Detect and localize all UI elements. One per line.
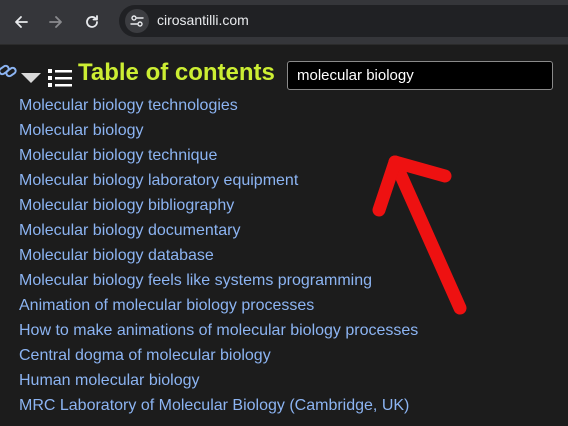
- page-content: Table of contents Molecular biology tech…: [0, 44, 568, 426]
- address-bar[interactable]: cirosantilli.com: [119, 5, 568, 37]
- list-icon: [48, 69, 72, 87]
- back-arrow-icon: [15, 16, 28, 28]
- toc-list: Molecular biology technologies Molecular…: [19, 93, 418, 418]
- toc-link[interactable]: Molecular biology feels like systems pro…: [19, 268, 418, 293]
- toc-link[interactable]: Molecular biology bibliography: [19, 193, 418, 218]
- back-button[interactable]: [7, 8, 35, 36]
- caret-down-icon[interactable]: [20, 72, 42, 84]
- reload-icon: [86, 15, 98, 28]
- forward-button[interactable]: [42, 8, 70, 36]
- toc-title: Table of contents: [78, 59, 275, 86]
- toc-search-input[interactable]: [287, 61, 553, 90]
- toc-link[interactable]: Central dogma of molecular biology: [19, 343, 418, 368]
- forward-arrow-icon: [49, 16, 62, 28]
- url-text[interactable]: cirosantilli.com: [157, 12, 249, 28]
- browser-toolbar: cirosantilli.com: [0, 0, 568, 44]
- site-settings-icon: [130, 15, 144, 27]
- toc-header: Table of contents: [0, 55, 568, 95]
- toc-link[interactable]: Molecular biology: [19, 118, 418, 143]
- reload-button[interactable]: [78, 8, 106, 36]
- toc-link[interactable]: Molecular biology laboratory equipment: [19, 168, 418, 193]
- toc-link[interactable]: Human molecular biology: [19, 368, 418, 393]
- toc-link[interactable]: Molecular biology documentary: [19, 218, 418, 243]
- toc-link[interactable]: Molecular biology technique: [19, 143, 418, 168]
- toc-link[interactable]: Molecular biology database: [19, 243, 418, 268]
- toc-link[interactable]: MRC Laboratory of Molecular Biology (Cam…: [19, 393, 418, 418]
- link-icon[interactable]: [0, 62, 18, 80]
- toc-link[interactable]: Molecular biology technologies: [19, 93, 418, 118]
- toc-link[interactable]: Animation of molecular biology processes: [19, 293, 418, 318]
- site-settings-button[interactable]: [125, 9, 149, 33]
- toc-link[interactable]: How to make animations of molecular biol…: [19, 318, 418, 343]
